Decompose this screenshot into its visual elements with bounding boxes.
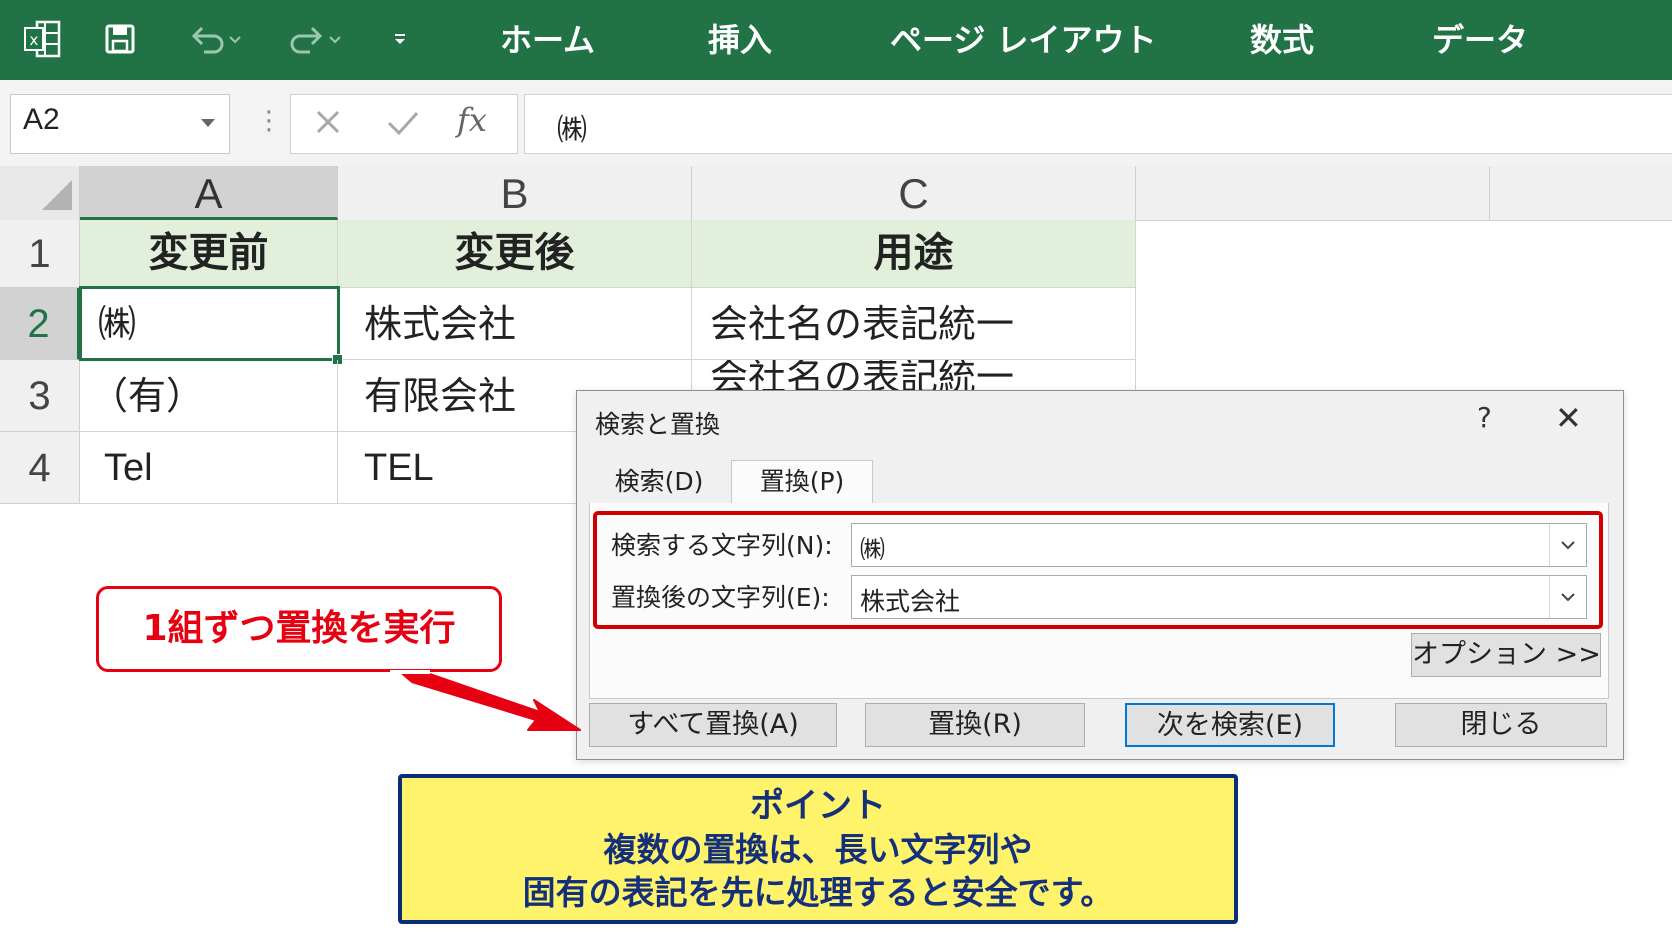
- tab-find[interactable]: 検索(D): [589, 461, 729, 503]
- select-all-triangle-icon: [42, 180, 72, 210]
- cell-b2[interactable]: 株式会社: [338, 288, 692, 360]
- more-vertical-icon: ⋮: [256, 106, 282, 136]
- find-next-button[interactable]: 次を検索(E): [1125, 703, 1335, 747]
- row-header-4[interactable]: 4: [0, 432, 80, 504]
- tab-page-layout[interactable]: ページ レイアウト: [890, 0, 1157, 80]
- name-box-value: A2: [23, 103, 60, 136]
- row-header-2[interactable]: 2: [0, 288, 80, 360]
- tab-home[interactable]: ホーム: [500, 0, 595, 80]
- close-button[interactable]: 閉じる: [1395, 703, 1607, 747]
- tab-data[interactable]: データ: [1432, 0, 1528, 80]
- cell-c2[interactable]: 会社名の表記統一: [692, 288, 1136, 360]
- cell-a4[interactable]: Tel: [80, 432, 338, 504]
- find-replace-dialog: 検索と置換 ? ✕ 検索(D) 置換(P) 検索する文字列(N): ㈱ 置換後の…: [576, 390, 1624, 760]
- column-header-c[interactable]: C: [692, 166, 1136, 220]
- excel-logo-icon[interactable]: x: [20, 14, 66, 64]
- annotation-callout-text: 1組ずつ置換を実行: [142, 608, 456, 649]
- formula-buttons: fx: [290, 94, 518, 154]
- row-header-1[interactable]: 1: [0, 220, 80, 288]
- formula-content: ㈱: [557, 113, 587, 148]
- point-note: ポイント 複数の置換は、長い文字列や 固有の表記を先に処理すると安全です。: [398, 774, 1238, 924]
- formula-input[interactable]: ㈱: [524, 94, 1672, 154]
- input-highlight-box: [593, 511, 1603, 629]
- cell-a3[interactable]: （有）: [80, 360, 338, 432]
- svg-text:x: x: [30, 31, 39, 49]
- chevron-down-icon[interactable]: [201, 119, 215, 127]
- point-title: ポイント: [750, 786, 886, 826]
- dialog-title: 検索と置換: [595, 410, 721, 439]
- point-line-2: 固有の表記を先に処理すると安全です。: [522, 873, 1114, 912]
- options-button[interactable]: オプション >>: [1411, 633, 1601, 677]
- column-header-b[interactable]: B: [338, 166, 692, 220]
- row-header-3[interactable]: 3: [0, 360, 80, 432]
- tab-insert[interactable]: 挿入: [708, 0, 772, 80]
- tab-replace[interactable]: 置換(P): [731, 460, 873, 504]
- column-header-d[interactable]: [1136, 166, 1490, 220]
- cell-a2[interactable]: ㈱: [79, 286, 340, 361]
- close-icon[interactable]: ✕: [1555, 399, 1582, 437]
- customize-quick-access-icon[interactable]: [388, 14, 412, 64]
- name-box[interactable]: A2: [10, 94, 230, 154]
- cell-b1[interactable]: 変更後: [338, 220, 692, 288]
- cancel-icon[interactable]: [311, 105, 345, 143]
- undo-icon[interactable]: [186, 14, 246, 64]
- cell-c1[interactable]: 用途: [692, 220, 1136, 288]
- column-header-a[interactable]: A: [80, 166, 338, 220]
- insert-function-icon[interactable]: fx: [457, 101, 487, 139]
- save-icon[interactable]: [100, 14, 140, 64]
- point-line-1: 複数の置換は、長い文字列や: [603, 830, 1033, 869]
- replace-button[interactable]: 置換(R): [865, 703, 1085, 747]
- help-icon[interactable]: ?: [1477, 401, 1492, 434]
- enter-check-icon[interactable]: [385, 105, 421, 143]
- cell-a1[interactable]: 変更前: [80, 220, 338, 288]
- tab-formulas[interactable]: 数式: [1250, 0, 1314, 80]
- ribbon: x ホーム 挿入 ページ レイアウト 数式 データ: [0, 0, 1672, 80]
- redo-icon[interactable]: [286, 14, 346, 64]
- annotation-arrow-icon: [390, 669, 581, 731]
- replace-all-button[interactable]: すべて置換(A): [589, 703, 837, 747]
- formula-bar: A2 ⋮ fx ㈱: [0, 80, 1672, 166]
